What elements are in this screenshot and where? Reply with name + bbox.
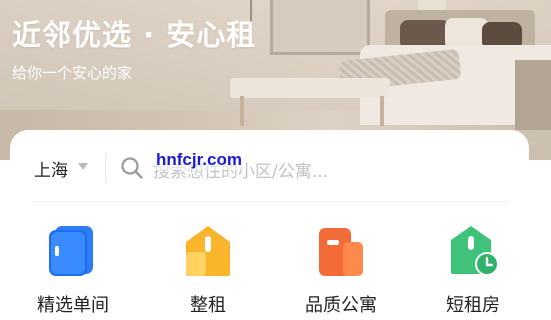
apartment-icon	[319, 228, 363, 276]
phone-door-icon	[49, 226, 93, 276]
main-card: 上海 搜索想住的小区/公寓... hnfcjr.com 精选单间 整租 品质公寓…	[10, 130, 529, 320]
category-single-room[interactable]: 精选单间	[18, 222, 128, 320]
watermark: hnfcjr.com	[155, 150, 243, 170]
hero-title: 近邻优选 · 安心租	[12, 18, 257, 52]
search-icon[interactable]	[120, 156, 144, 180]
bench	[230, 78, 390, 98]
category-label: 精选单间	[37, 295, 109, 316]
wall-frame	[270, 0, 370, 55]
chevron-down-icon[interactable]	[78, 163, 88, 170]
house-clock-icon	[451, 226, 499, 276]
divider	[105, 154, 106, 182]
category-whole-rent[interactable]: 整租	[153, 222, 263, 320]
bench-leg	[240, 96, 244, 126]
category-label: 整租	[190, 295, 226, 316]
hero-subtitle: 给你一个安心的家	[12, 64, 133, 82]
category-label: 品质公寓	[305, 295, 377, 316]
house-icon	[186, 226, 230, 276]
search-bar[interactable]: 上海 搜索想住的小区/公寓... hnfcjr.com	[10, 130, 529, 202]
category-quality-apartment[interactable]: 品质公寓	[286, 222, 396, 320]
bench-leg	[380, 96, 384, 126]
divider	[32, 201, 507, 202]
category-label: 短租房	[446, 295, 500, 316]
category-short-rent[interactable]: 短租房	[418, 222, 528, 320]
nightstand	[515, 60, 551, 130]
city-selector[interactable]: 上海	[34, 156, 68, 181]
